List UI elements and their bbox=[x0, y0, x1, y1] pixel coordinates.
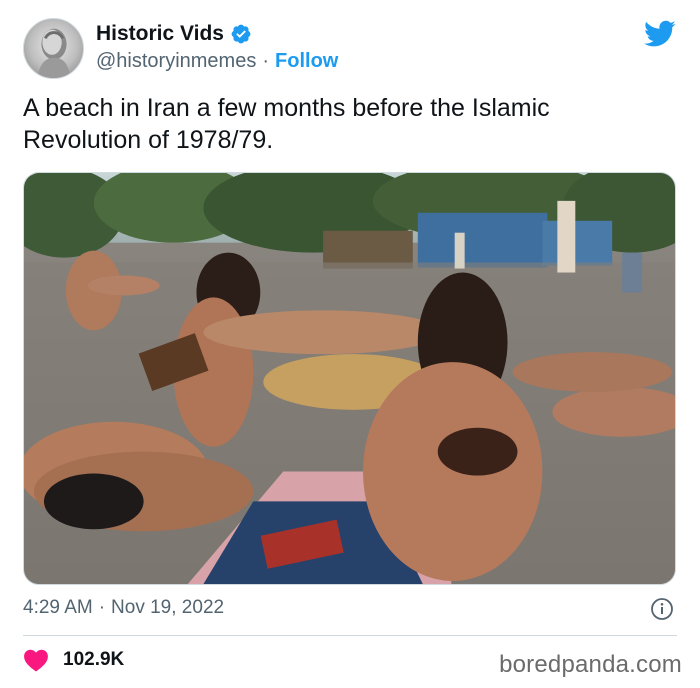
handle-separator: · bbox=[262, 50, 270, 72]
like-action[interactable]: 102.9K bbox=[23, 648, 124, 672]
tweet-photo[interactable] bbox=[23, 172, 676, 585]
beach-photo-image bbox=[24, 173, 675, 584]
verified-badge-icon bbox=[231, 24, 251, 44]
avatar-bust-image bbox=[37, 28, 71, 78]
divider bbox=[23, 635, 677, 636]
follow-button[interactable]: Follow bbox=[275, 50, 338, 73]
tweet-text: A beach in Iran a few months before the … bbox=[23, 94, 550, 154]
likes-count: 102.9K bbox=[63, 649, 125, 670]
author-display-name[interactable]: Historic Vids bbox=[96, 22, 224, 46]
author-name-row: Historic Vids bbox=[96, 22, 252, 46]
tweet-time: 4:29 AM bbox=[23, 597, 93, 618]
heart-icon bbox=[24, 649, 48, 672]
info-icon[interactable] bbox=[650, 597, 674, 621]
author-handle-row: @historyinmemes · Follow bbox=[96, 50, 338, 73]
watermark-text: boredpanda.com bbox=[499, 651, 682, 678]
twitter-bird-icon[interactable] bbox=[644, 20, 676, 48]
avatar[interactable] bbox=[23, 18, 84, 79]
tweet-date: Nov 19, 2022 bbox=[111, 597, 225, 618]
tweet-timestamp[interactable]: 4:29 AM · Nov 19, 2022 bbox=[23, 597, 224, 619]
timestamp-separator: · bbox=[98, 597, 106, 618]
author-handle[interactable]: @historyinmemes bbox=[96, 50, 256, 73]
